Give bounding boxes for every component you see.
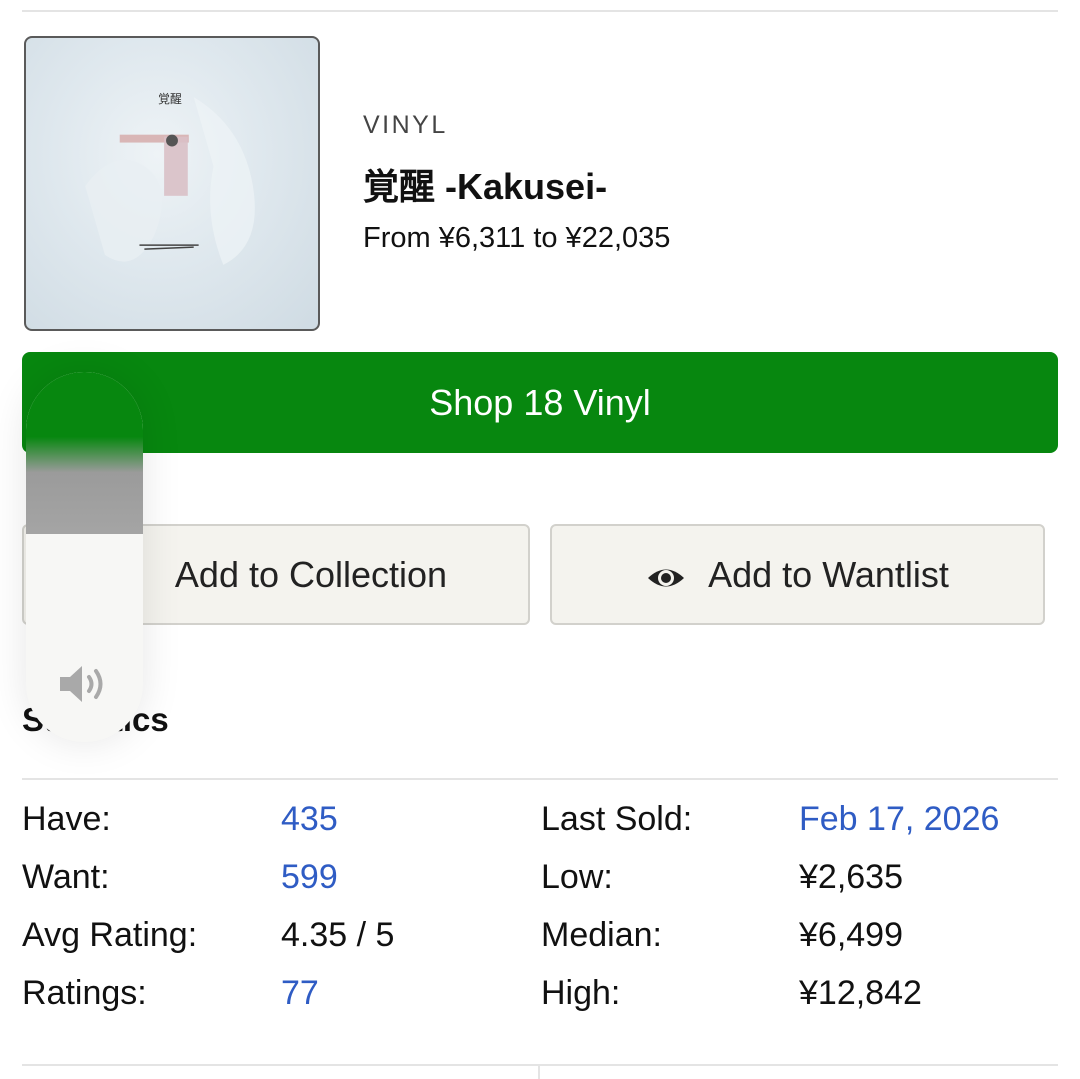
add-to-wantlist-label: Add to Wantlist bbox=[708, 553, 949, 595]
column-divider bbox=[538, 1066, 540, 1079]
stat-median-value: ¥6,499 bbox=[799, 916, 903, 954]
stat-last-sold-value[interactable]: Feb 17, 2026 bbox=[799, 800, 999, 839]
shop-vinyl-button[interactable]: Shop 18 Vinyl bbox=[22, 352, 1058, 453]
stat-high-value: ¥12,842 bbox=[799, 974, 922, 1012]
stat-avg-rating-value: 4.35 / 5 bbox=[281, 916, 395, 954]
stat-median-label: Median: bbox=[541, 916, 662, 954]
stat-ratings-value[interactable]: 77 bbox=[281, 974, 319, 1013]
speaker-icon bbox=[56, 662, 112, 706]
bottom-divider bbox=[22, 1064, 1058, 1066]
release-format: VINYL bbox=[363, 111, 448, 139]
stat-high-label: High: bbox=[541, 974, 621, 1012]
stat-have-label: Have: bbox=[22, 800, 111, 838]
stat-ratings-label: Ratings: bbox=[22, 974, 147, 1012]
top-divider bbox=[22, 10, 1058, 12]
svg-text:覚醒: 覚醒 bbox=[158, 92, 182, 106]
volume-hud[interactable] bbox=[26, 372, 143, 742]
price-range: From ¥6,311 to ¥22,035 bbox=[363, 222, 671, 254]
shop-vinyl-label: Shop 18 Vinyl bbox=[429, 381, 651, 423]
stat-last-sold-label: Last Sold: bbox=[541, 800, 693, 838]
add-to-wantlist-button[interactable]: Add to Wantlist bbox=[550, 524, 1045, 625]
stat-have-value[interactable]: 435 bbox=[281, 800, 338, 839]
release-title: 覚醒 -Kakusei- bbox=[363, 166, 608, 207]
album-cover[interactable]: 覚醒 bbox=[24, 36, 320, 331]
album-cover-art: 覚醒 bbox=[85, 92, 255, 265]
stat-avg-rating-label: Avg Rating: bbox=[22, 916, 198, 954]
stat-want-value[interactable]: 599 bbox=[281, 858, 338, 897]
volume-level-fill bbox=[26, 372, 143, 534]
eye-icon bbox=[646, 560, 686, 590]
add-to-collection-label: Add to Collection bbox=[174, 553, 448, 595]
stat-low-label: Low: bbox=[541, 858, 613, 896]
statistics-divider bbox=[22, 778, 1058, 780]
stat-want-label: Want: bbox=[22, 858, 110, 896]
stat-low-value: ¥2,635 bbox=[799, 858, 903, 896]
